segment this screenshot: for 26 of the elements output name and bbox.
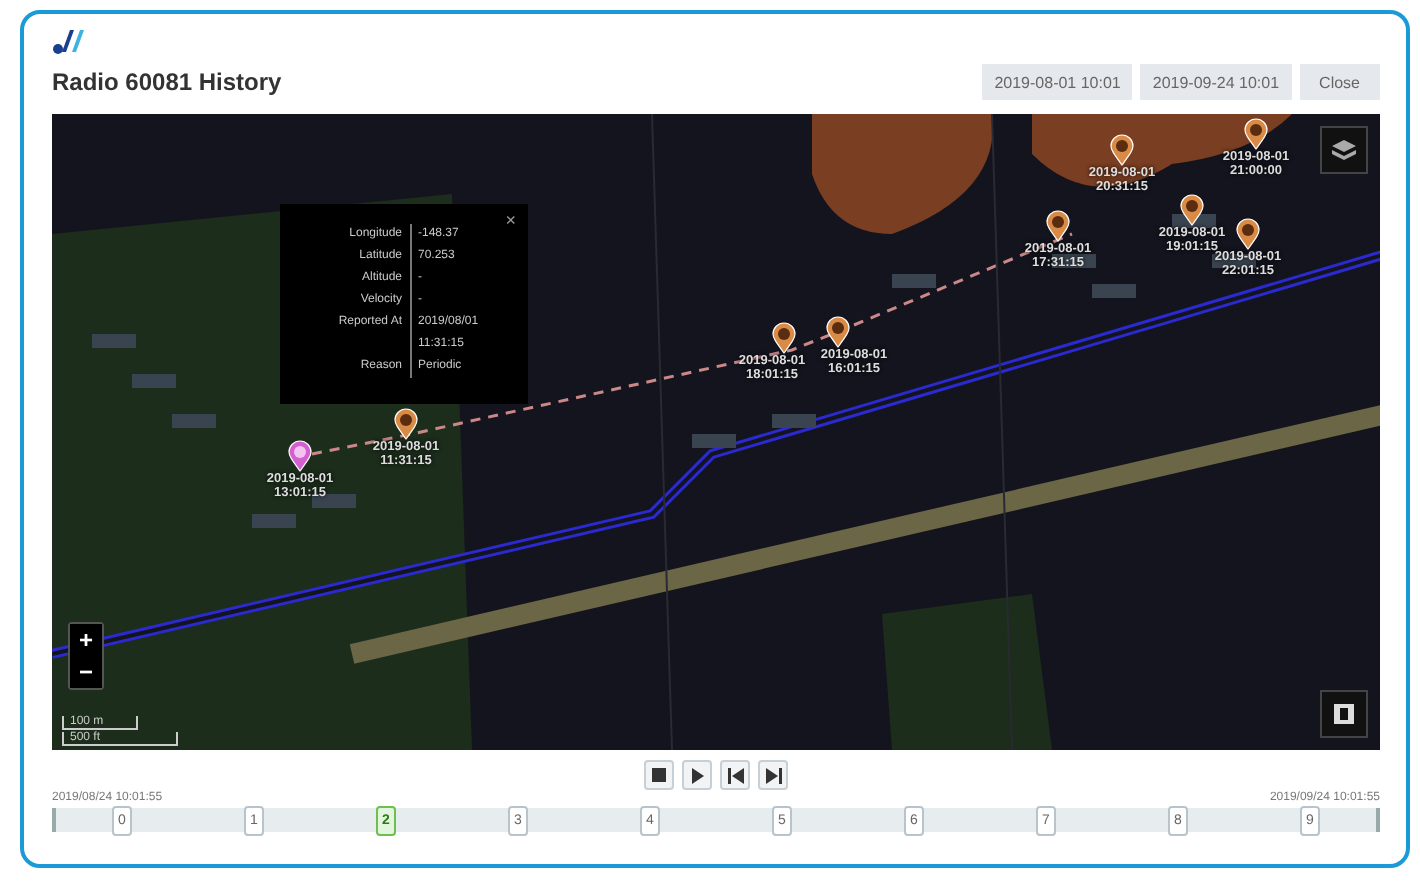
map-pin-icon[interactable]: [1180, 194, 1204, 226]
map-pin-icon[interactable]: [1110, 134, 1134, 166]
play-button[interactable]: [682, 760, 712, 790]
date-button[interactable]: 2019-09-24 10:01: [1140, 64, 1292, 100]
skip-forward-icon: [765, 767, 781, 783]
fullscreen-button[interactable]: [1320, 690, 1368, 738]
skip-back-icon: [727, 767, 743, 783]
fullscreen-icon: [1332, 702, 1356, 726]
map-pin-icon[interactable]: [772, 322, 796, 354]
map-pin-icon[interactable]: [1046, 210, 1070, 242]
play-icon: [691, 767, 703, 783]
skip-forward-button[interactable]: [758, 760, 788, 790]
map-pin-icon[interactable]: [288, 440, 312, 472]
map-pin-icon[interactable]: [1236, 218, 1260, 250]
close-button[interactable]: Close: [1299, 64, 1380, 100]
window-title: Radio 60081 History: [52, 68, 282, 96]
stop-icon: [652, 768, 666, 782]
layers-icon: [1332, 140, 1356, 160]
map-pin-icon[interactable]: [394, 408, 418, 440]
skip-back-button[interactable]: [720, 760, 750, 790]
close-icon[interactable]: ×: [505, 210, 516, 230]
map-pin-icon[interactable]: [826, 316, 850, 348]
date-button[interactable]: 2019-08-01 10:01: [982, 64, 1133, 100]
layers-button[interactable]: [1320, 126, 1368, 174]
stop-button[interactable]: [644, 760, 674, 790]
map-pin-icon[interactable]: [1244, 118, 1268, 150]
